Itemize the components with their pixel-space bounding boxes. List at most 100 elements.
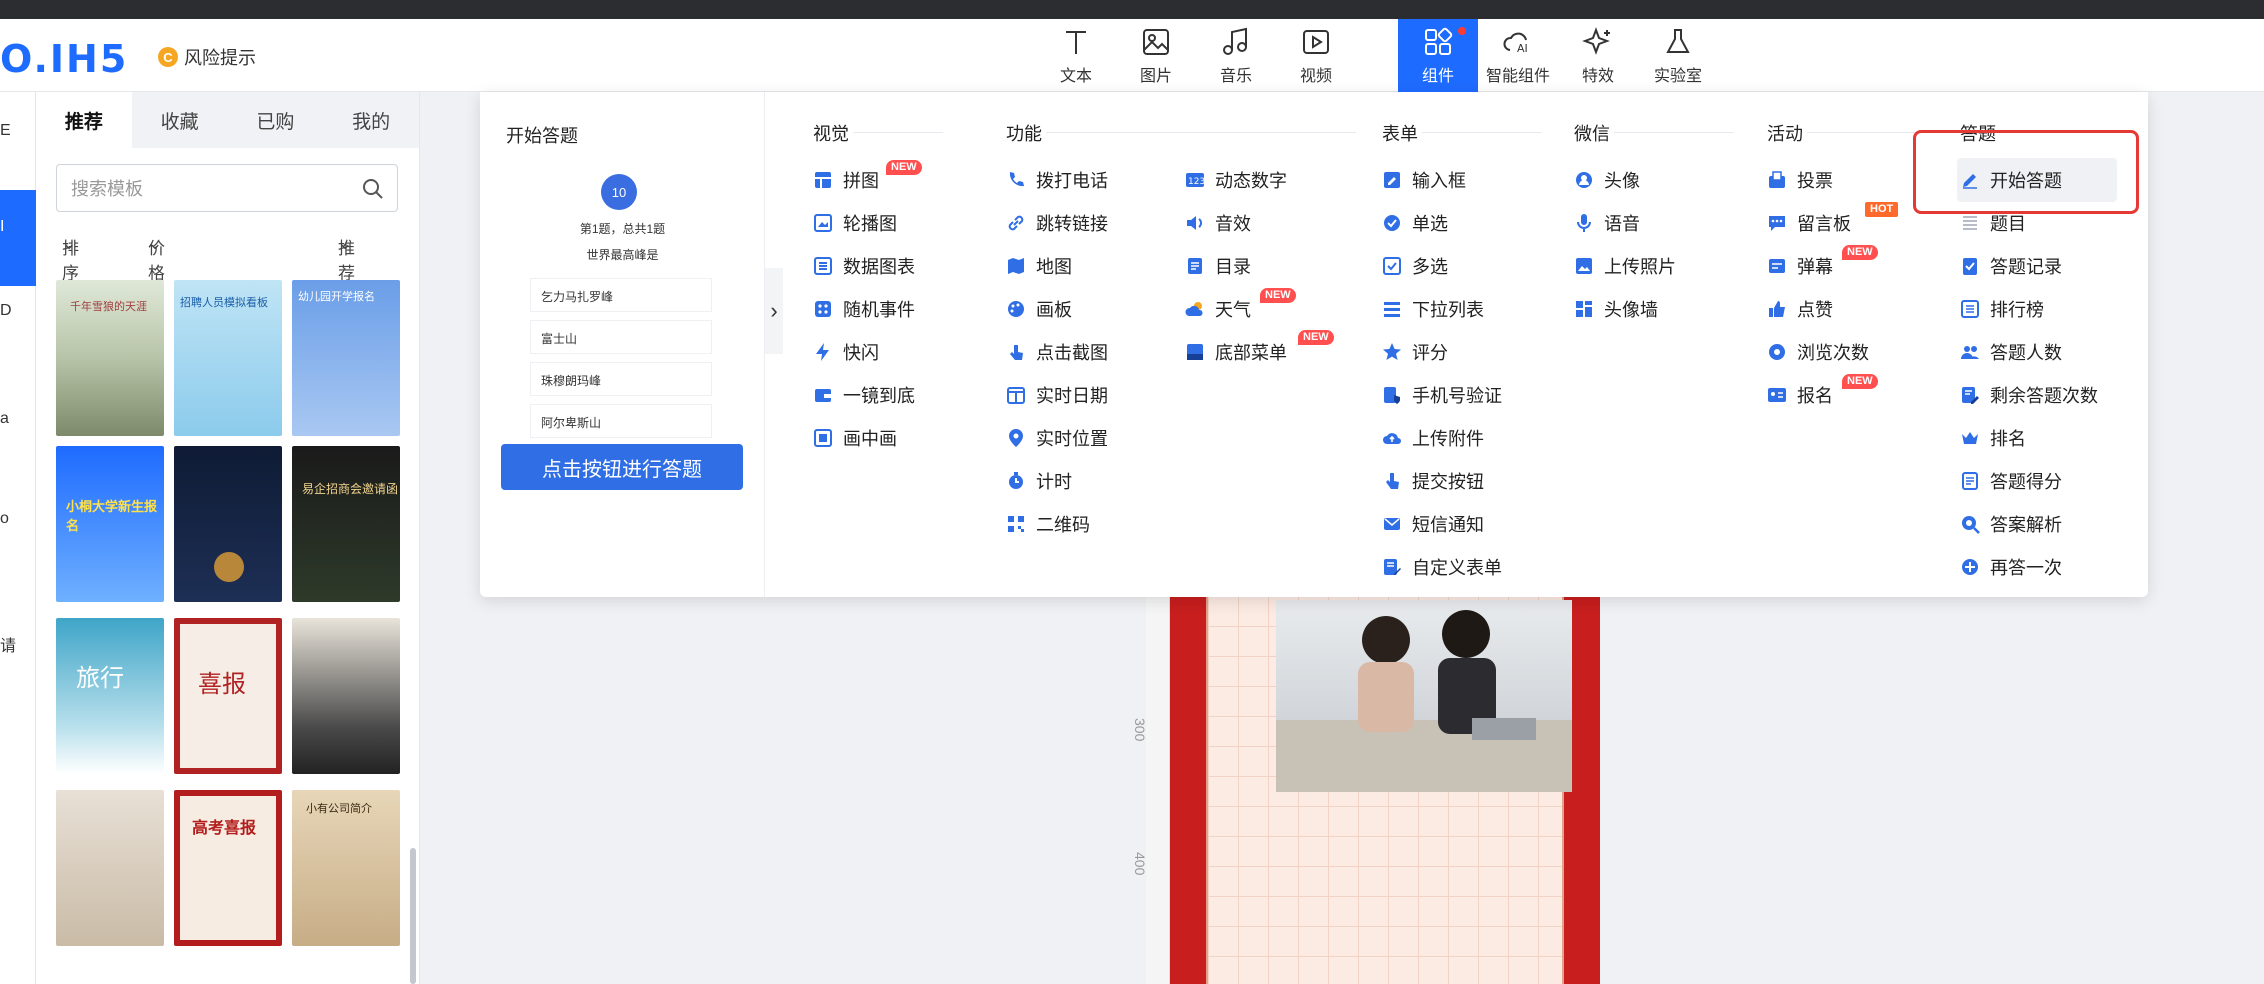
page-canvas[interactable] <box>1170 596 1600 984</box>
palette-icon <box>1008 301 1024 317</box>
left-nav-item[interactable]: D <box>0 302 12 320</box>
template-thumbnail[interactable]: 千年雪狼的天涯 <box>56 280 164 436</box>
price-dropdown[interactable]: 价格 ⌄ <box>148 234 165 283</box>
template-thumbnail[interactable]: 小桐大学新生报名 <box>56 446 164 602</box>
answer-option[interactable]: 乞力马扎罗峰 <box>530 278 712 312</box>
risk-warning-link[interactable]: C 风险提示 <box>158 44 256 70</box>
component-quiz-score[interactable]: 答题得分 <box>1960 467 2062 495</box>
component-quiz-record[interactable]: 答题记录 <box>1960 252 2062 280</box>
thumbnail-title: 旅行 <box>76 664 124 692</box>
thumbnail-title: 高考喜报 <box>192 820 257 837</box>
component-click-screenshot[interactable]: 点击截图 <box>1006 338 1108 366</box>
risk-badge-icon: C <box>158 47 178 67</box>
template-thumbnail[interactable]: 高考喜报 <box>174 790 282 946</box>
component-one-shot[interactable]: 一镜到底 <box>813 381 915 409</box>
left-nav-item[interactable]: E <box>0 122 11 140</box>
template-search-input[interactable]: 搜索模板 <box>56 164 398 212</box>
toolbar-lab-button[interactable]: 实验室 <box>1638 19 1718 92</box>
component-table-of-contents[interactable]: 目录 <box>1185 252 1251 280</box>
left-nav-item[interactable]: o <box>0 510 9 528</box>
component-multi-choice[interactable]: 多选 <box>1382 252 1448 280</box>
component-registration[interactable]: 报名 <box>1767 381 1833 409</box>
left-nav-item[interactable]: a <box>0 410 9 428</box>
tab-mine[interactable]: 我的 <box>323 92 419 148</box>
component-qr-code[interactable]: 二维码 <box>1006 510 1090 538</box>
component-carousel[interactable]: 轮播图 <box>813 209 897 237</box>
component-sms-notice[interactable]: 短信通知 <box>1382 510 1484 538</box>
component-answer-analysis[interactable]: 答案解析 <box>1960 510 2062 538</box>
tab-favorites[interactable]: 收藏 <box>132 92 228 148</box>
answer-option[interactable]: 阿尔卑斯山 <box>530 404 712 438</box>
component-submit-button[interactable]: 提交按钮 <box>1382 467 1484 495</box>
component-message-board[interactable]: 留言板 <box>1767 209 1851 237</box>
sidebar-scrollbar[interactable] <box>410 848 416 984</box>
component-like[interactable]: 点赞 <box>1767 295 1833 323</box>
component-view-count[interactable]: 浏览次数 <box>1767 338 1869 366</box>
toolbar-smart-component-button[interactable]: AI 智能组件 <box>1478 19 1558 92</box>
component-flash[interactable]: 快闪 <box>813 338 879 366</box>
component-participant-count[interactable]: 答题人数 <box>1960 338 2062 366</box>
answer-option[interactable]: 富士山 <box>530 320 712 354</box>
template-thumbnail[interactable]: 幼儿园开学报名 <box>292 280 400 436</box>
component-bullet-comments[interactable]: 弹幕 <box>1767 252 1833 280</box>
start-quiz-button[interactable]: 点击按钮进行答题 <box>501 444 743 490</box>
toolbar-video-button[interactable]: 视频 <box>1276 19 1356 92</box>
component-drawing-board[interactable]: 画板 <box>1006 295 1072 323</box>
canvas-photo[interactable] <box>1276 600 1572 792</box>
chevron-right-icon[interactable]: › <box>765 268 783 354</box>
component-picture-in-picture[interactable]: 画中画 <box>813 424 897 452</box>
component-upload-attachment[interactable]: 上传附件 <box>1382 424 1484 452</box>
component-dynamic-number[interactable]: 123 动态数字 <box>1185 166 1287 194</box>
component-rating[interactable]: 评分 <box>1382 338 1448 366</box>
left-nav-active-item[interactable]: I <box>0 190 36 286</box>
component-leaderboard[interactable]: 排行榜 <box>1960 295 2044 323</box>
component-vote[interactable]: 投票 <box>1767 166 1833 194</box>
template-thumbnail[interactable]: 易企招商会邀请函 <box>292 446 400 602</box>
component-sound-effect[interactable]: 音效 <box>1185 209 1251 237</box>
component-map[interactable]: 地图 <box>1006 252 1072 280</box>
component-avatar-wall[interactable]: 头像墙 <box>1574 295 1658 323</box>
component-retry-quiz[interactable]: 再答一次 <box>1960 553 2062 581</box>
section-title-activity: 活动 <box>1767 124 1803 144</box>
sort-dropdown[interactable]: 排序 ⌄ <box>62 234 79 283</box>
component-dropdown-list[interactable]: 下拉列表 <box>1382 295 1484 323</box>
toolbar-component-button[interactable]: 组件 <box>1398 19 1478 92</box>
template-thumbnail[interactable]: 旅行 <box>56 618 164 774</box>
component-timer[interactable]: 计时 <box>1006 467 1072 495</box>
toolbar-music-button[interactable]: 音乐 <box>1196 19 1276 92</box>
component-voice[interactable]: 语音 <box>1574 209 1640 237</box>
component-puzzle[interactable]: 拼图 <box>813 166 879 194</box>
component-weather[interactable]: 天气 <box>1185 295 1251 323</box>
component-input-box[interactable]: 输入框 <box>1382 166 1466 194</box>
component-phone-verify[interactable]: 手机号验证 <box>1382 381 1502 409</box>
component-realtime-location[interactable]: 实时位置 <box>1006 424 1108 452</box>
left-nav-item[interactable]: 请 <box>0 632 16 656</box>
template-thumbnail[interactable]: 招聘人员模拟看板 <box>174 280 282 436</box>
toolbar-image-button[interactable]: 图片 <box>1116 19 1196 92</box>
component-rank[interactable]: 排名 <box>1960 424 2026 452</box>
component-data-chart[interactable]: 数据图表 <box>813 252 915 280</box>
logo[interactable]: O.IH5 <box>0 37 128 81</box>
component-realtime-date[interactable]: 实时日期 <box>1006 381 1108 409</box>
tab-purchased[interactable]: 已购 <box>228 92 324 148</box>
stopwatch-icon <box>1009 472 1023 489</box>
component-bottom-menu[interactable]: 底部菜单 <box>1185 338 1287 366</box>
component-upload-photo[interactable]: 上传照片 <box>1574 252 1676 280</box>
recommend-dropdown[interactable]: 推荐 ⌄ <box>338 234 355 283</box>
component-phone-call[interactable]: 拨打电话 <box>1006 166 1108 194</box>
component-remaining-attempts[interactable]: 剩余答题次数 <box>1960 381 2098 409</box>
template-thumbnail[interactable]: 小有公司简介 <box>292 790 400 946</box>
template-thumbnail[interactable] <box>174 446 282 602</box>
answer-option[interactable]: 珠穆朗玛峰 <box>530 362 712 396</box>
component-custom-form[interactable]: 自定义表单 <box>1382 553 1502 581</box>
tab-recommend[interactable]: 推荐 <box>36 92 132 148</box>
component-single-choice[interactable]: 单选 <box>1382 209 1448 237</box>
component-random-event[interactable]: 随机事件 <box>813 295 915 323</box>
template-thumbnail[interactable]: 喜报 <box>174 618 282 774</box>
toolbar-effects-button[interactable]: 特效 <box>1558 19 1638 92</box>
template-thumbnail[interactable] <box>292 618 400 774</box>
component-avatar[interactable]: 头像 <box>1574 166 1640 194</box>
template-thumbnail[interactable] <box>56 790 164 946</box>
toolbar-text-button[interactable]: 文本 <box>1036 19 1116 92</box>
component-jump-link[interactable]: 跳转链接 <box>1006 209 1108 237</box>
